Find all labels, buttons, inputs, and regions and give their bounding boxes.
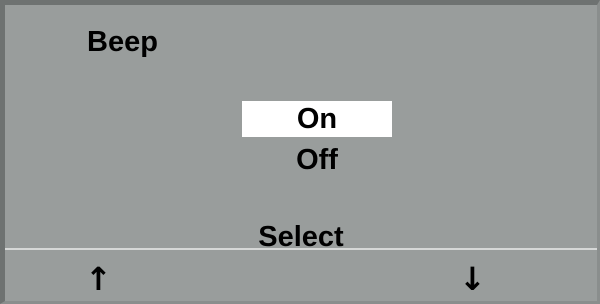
screen-title: Beep [87, 26, 158, 58]
option-off[interactable]: Off [242, 142, 392, 178]
arrow-up-icon[interactable]: ↑ [85, 260, 112, 298]
arrow-down-icon[interactable]: ↓ [459, 260, 486, 298]
softkey-divider [5, 248, 597, 250]
lcd-screen: Beep On Off Select ↑ ↓ [0, 0, 600, 304]
option-on[interactable]: On [242, 101, 392, 137]
